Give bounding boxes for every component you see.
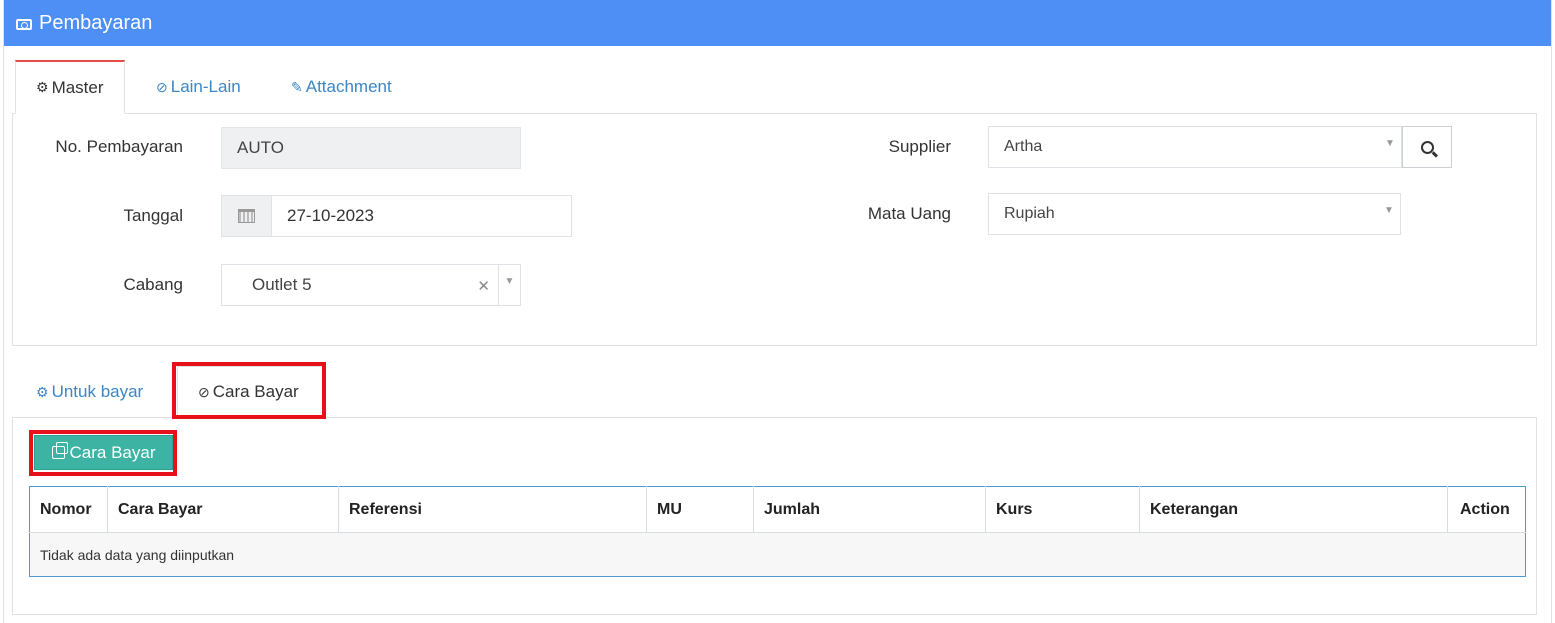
add-cara-bayar-button[interactable]: Cara Bayar	[34, 435, 173, 470]
calendar-icon[interactable]	[222, 196, 272, 236]
column-header: Action	[1447, 486, 1526, 533]
check-circle-icon: ⊘	[156, 78, 168, 95]
chevron-down-icon[interactable]: ▼	[1378, 194, 1400, 234]
cabang-value: Outlet 5	[252, 275, 312, 294]
tab-attachment[interactable]: ✎ Attachment	[291, 60, 392, 114]
table-row: Tidak ada data yang diinputkan	[29, 532, 1526, 577]
mata-uang-select[interactable]: Rupiah ▼	[988, 193, 1401, 235]
supplier-value: Artha	[1004, 138, 1043, 155]
clear-icon[interactable]: ✕	[477, 277, 490, 295]
search-icon	[1420, 140, 1434, 154]
column-header: Keterangan	[1139, 486, 1448, 533]
empty-message: Tidak ada data yang diinputkan	[29, 532, 1526, 577]
money-icon	[16, 18, 32, 30]
tab-master[interactable]: ⚙ Master	[15, 60, 125, 114]
button-label: Cara Bayar	[69, 442, 156, 462]
tab-lain-lain[interactable]: ⊘ Lain-Lain	[156, 60, 241, 114]
page-title: Pembayaran	[39, 11, 153, 34]
no-pembayaran-label: No. Pembayaran	[55, 137, 183, 156]
supplier-label: Supplier	[888, 137, 951, 156]
no-pembayaran-field: AUTO	[221, 127, 521, 169]
tab-label: Lain-Lain	[170, 77, 241, 96]
tanggal-value[interactable]: 27-10-2023	[272, 196, 571, 236]
panel-header: Pembayaran	[4, 0, 1551, 46]
column-header: Cara Bayar	[107, 486, 339, 533]
supplier-search-button[interactable]	[1402, 126, 1452, 168]
copy-icon	[51, 442, 68, 459]
tab-label: Attachment	[305, 77, 392, 96]
cabang-select[interactable]: Outlet 5 ✕ ▼	[221, 264, 521, 306]
column-header: MU	[646, 486, 754, 533]
chevron-down-icon[interactable]: ▼	[498, 265, 520, 305]
mata-uang-value: Rupiah	[1004, 205, 1055, 222]
cogs-icon: ⚙	[36, 79, 49, 95]
mata-uang-label: Mata Uang	[867, 204, 951, 223]
column-header: Jumlah	[753, 486, 986, 533]
column-header: Nomor	[29, 486, 108, 533]
tab-cara-bayar[interactable]: ⊘ Cara Bayar	[177, 366, 323, 418]
cabang-label: Cabang	[123, 275, 183, 294]
chevron-down-icon[interactable]: ▼	[1379, 127, 1401, 167]
table-header-row: Nomor Cara Bayar Referensi MU Jumlah Kur…	[29, 486, 1526, 533]
tanggal-datepicker[interactable]: 27-10-2023	[221, 195, 572, 237]
cogs-icon: ⚙	[36, 383, 49, 400]
paperclip-icon: ✎	[291, 78, 303, 95]
supplier-select[interactable]: Artha ▼	[988, 126, 1402, 168]
check-circle-icon: ⊘	[198, 383, 210, 400]
tab-label: Master	[51, 77, 104, 97]
tanggal-label: Tanggal	[123, 206, 183, 225]
tab-untuk-bayar[interactable]: ⚙ Untuk bayar	[36, 366, 143, 418]
column-header: Kurs	[985, 486, 1140, 533]
tab-label: Cara Bayar	[212, 382, 299, 401]
column-header: Referensi	[338, 486, 647, 533]
tab-label: Untuk bayar	[51, 382, 144, 401]
cara-bayar-table: Nomor Cara Bayar Referensi MU Jumlah Kur…	[29, 486, 1526, 577]
